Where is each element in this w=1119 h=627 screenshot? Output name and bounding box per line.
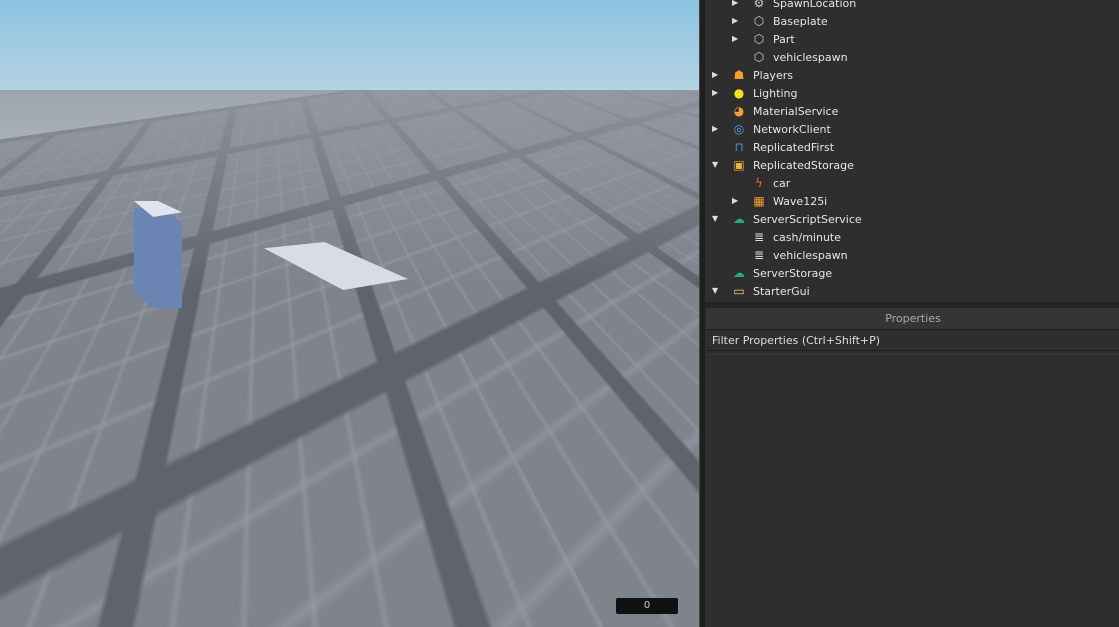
explorer-item[interactable]: ◕ MaterialService bbox=[705, 102, 1119, 120]
explorer-item-label: Wave125i bbox=[773, 194, 828, 208]
replicated-storage-icon: ▣ bbox=[733, 158, 745, 172]
explorer-item-label: vehiclespawn bbox=[773, 50, 848, 64]
explorer-item-label: car bbox=[773, 176, 791, 190]
explorer-item[interactable]: ▼ ▭ StarterGui bbox=[705, 282, 1119, 300]
material-service-icon: ◕ bbox=[733, 104, 745, 118]
expand-arrow-icon[interactable]: ▶ bbox=[732, 34, 742, 44]
explorer-item-label: Lighting bbox=[753, 86, 798, 100]
explorer-item[interactable]: ▼ ☁ ServerScriptService bbox=[705, 210, 1119, 228]
explorer-item-label: StarterGui bbox=[753, 284, 810, 298]
expand-arrow-icon[interactable]: ▶ bbox=[732, 196, 742, 206]
players-icon: ☗ bbox=[733, 68, 745, 82]
properties-title: Properties bbox=[707, 308, 1119, 330]
explorer-item-label: Players bbox=[753, 68, 793, 82]
explorer-item[interactable]: ≣ vehiclespawn bbox=[705, 246, 1119, 264]
explorer-item[interactable]: ⬡ vehiclespawn bbox=[705, 48, 1119, 66]
part-cube-icon: ⬡ bbox=[753, 14, 765, 28]
counter-display: 0 bbox=[616, 598, 678, 614]
explorer-item[interactable]: ▼ ▣ ReplicatedStorage bbox=[705, 156, 1119, 174]
explorer-item-label: SpawnLocation bbox=[773, 0, 857, 10]
expand-arrow-icon[interactable]: ▶ bbox=[712, 88, 722, 98]
explorer-item-label: Baseplate bbox=[773, 14, 828, 28]
model-icon: ▦ bbox=[753, 194, 765, 208]
expand-arrow-icon[interactable]: ▶ bbox=[732, 16, 742, 26]
starter-gui-icon: ▭ bbox=[733, 284, 745, 298]
network-client-icon: ◎ bbox=[733, 122, 745, 136]
expand-arrow-icon[interactable]: ▶ bbox=[712, 124, 722, 134]
explorer-item[interactable]: ϟ car bbox=[705, 174, 1119, 192]
explorer-item[interactable]: ▶ ⚙ SpawnLocation bbox=[705, 0, 1119, 12]
filter-properties-input[interactable]: Filter Properties (Ctrl+Shift+P) bbox=[707, 331, 1119, 351]
3d-viewport[interactable]: 0 bbox=[0, 0, 700, 627]
explorer-item-label: vehiclespawn bbox=[773, 248, 848, 262]
explorer-item-label: MaterialService bbox=[753, 104, 839, 118]
explorer-item-label: Part bbox=[773, 32, 795, 46]
explorer-tree: ▶ ⚙ SpawnLocation ▶ ⬡ Baseplate ▶ ⬡ Part ⬡ vehicle… bbox=[705, 0, 1119, 302]
spawn-gear-icon: ⚙ bbox=[753, 0, 765, 10]
explorer-item-label: ReplicatedStorage bbox=[753, 158, 854, 172]
properties-list bbox=[707, 354, 1119, 627]
script-icon: ≣ bbox=[753, 230, 765, 244]
explorer-item[interactable]: ☁ ServerStorage bbox=[705, 264, 1119, 282]
explorer-item[interactable]: ▶ ⬡ Baseplate bbox=[705, 12, 1119, 30]
part-cube-icon: ⬡ bbox=[753, 32, 765, 46]
explorer-item[interactable]: ▶ ◎ NetworkClient bbox=[705, 120, 1119, 138]
collapse-arrow-icon[interactable]: ▼ bbox=[712, 214, 722, 224]
explorer-item-label: NetworkClient bbox=[753, 122, 831, 136]
expand-arrow-icon[interactable]: ▶ bbox=[712, 70, 722, 80]
explorer-item[interactable]: ≣ cash/minute bbox=[705, 228, 1119, 246]
collapse-arrow-icon[interactable]: ▼ bbox=[712, 160, 722, 170]
server-storage-icon: ☁ bbox=[733, 266, 745, 280]
collapse-arrow-icon[interactable]: ▼ bbox=[712, 286, 722, 296]
explorer-item-label: cash/minute bbox=[773, 230, 841, 244]
explorer-item-label: ServerStorage bbox=[753, 266, 833, 280]
expand-arrow-icon[interactable]: ▶ bbox=[732, 0, 742, 8]
blue-block-part[interactable] bbox=[134, 208, 182, 308]
server-script-service-icon: ☁ bbox=[733, 212, 745, 226]
explorer-item[interactable]: ▶ ● Lighting bbox=[705, 84, 1119, 102]
part-cube-icon: ⬡ bbox=[753, 50, 765, 64]
explorer-item-label: ServerScriptService bbox=[753, 212, 862, 226]
script-icon: ≣ bbox=[753, 248, 765, 262]
script-bolt-icon: ϟ bbox=[755, 176, 763, 190]
lightbulb-icon: ● bbox=[733, 86, 745, 100]
explorer-item[interactable]: ▶ ▦ Wave125i bbox=[705, 192, 1119, 210]
replicated-first-icon: ⊓ bbox=[734, 140, 744, 154]
explorer-item[interactable]: ⊓ ReplicatedFirst bbox=[705, 138, 1119, 156]
explorer-item[interactable]: ▶ ☗ Players bbox=[705, 66, 1119, 84]
explorer-item-label: ReplicatedFirst bbox=[753, 140, 835, 154]
explorer-item[interactable]: ▶ ⬡ Part bbox=[705, 30, 1119, 48]
